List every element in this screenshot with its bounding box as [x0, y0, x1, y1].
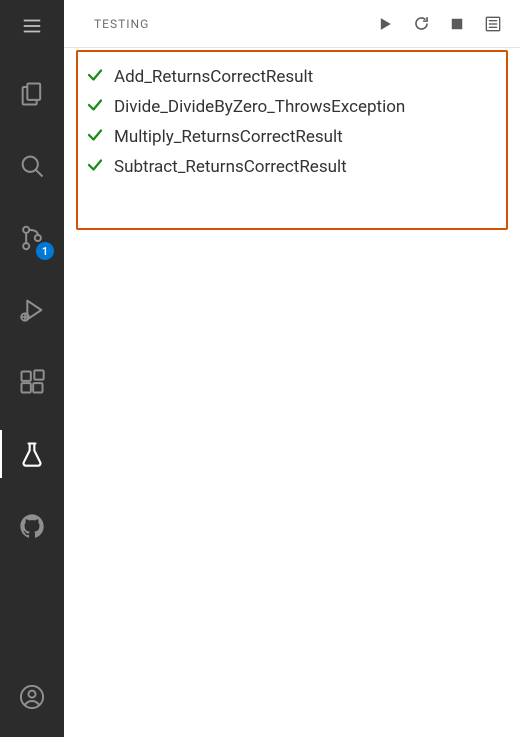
testing-panel: TESTING: [64, 0, 520, 737]
test-item[interactable]: Divide_DivideByZero_ThrowsException: [86, 92, 498, 122]
menu-button[interactable]: [8, 8, 56, 44]
stop-tests-button[interactable]: [444, 11, 470, 37]
files-icon: [18, 80, 46, 108]
source-control-tab[interactable]: 1: [0, 206, 64, 270]
tests-highlight-box: Add_ReturnsCorrectResult Divide_DivideBy…: [76, 50, 508, 230]
account-icon: [18, 683, 46, 711]
test-item[interactable]: Multiply_ReturnsCorrectResult: [86, 122, 498, 152]
refresh-tests-button[interactable]: [408, 11, 434, 37]
pass-icon: [86, 66, 104, 88]
extensions-icon: [18, 368, 46, 396]
pass-icon: [86, 156, 104, 178]
github-icon: [18, 512, 46, 540]
play-icon: [375, 14, 395, 34]
test-item[interactable]: Add_ReturnsCorrectResult: [86, 62, 498, 92]
pass-icon: [86, 96, 104, 118]
github-tab[interactable]: [0, 494, 64, 558]
search-icon: [18, 152, 46, 180]
test-name: Divide_DivideByZero_ThrowsException: [114, 97, 405, 117]
extensions-tab[interactable]: [0, 350, 64, 414]
debug-icon: [18, 296, 46, 324]
run-tests-button[interactable]: [372, 11, 398, 37]
output-icon: [483, 14, 503, 34]
refresh-icon: [412, 14, 431, 33]
test-name: Multiply_ReturnsCorrectResult: [114, 127, 343, 147]
panel-title: TESTING: [94, 17, 149, 31]
test-name: Subtract_ReturnsCorrectResult: [114, 157, 347, 177]
accounts-button[interactable]: [0, 665, 64, 729]
beaker-icon: [18, 440, 46, 468]
show-output-button[interactable]: [480, 11, 506, 37]
source-control-badge: 1: [36, 242, 54, 260]
run-debug-tab[interactable]: [0, 278, 64, 342]
test-item[interactable]: Subtract_ReturnsCorrectResult: [86, 152, 498, 182]
pass-icon: [86, 126, 104, 148]
stop-icon: [448, 15, 466, 33]
panel-actions: [372, 11, 506, 37]
activity-bar: 1: [0, 0, 64, 737]
test-name: Add_ReturnsCorrectResult: [114, 67, 313, 87]
panel-header: TESTING: [64, 0, 520, 48]
panel-body: Add_ReturnsCorrectResult Divide_DivideBy…: [64, 48, 520, 737]
search-tab[interactable]: [0, 134, 64, 198]
hamburger-icon: [21, 15, 43, 37]
explorer-tab[interactable]: [0, 62, 64, 126]
testing-tab[interactable]: [0, 422, 64, 486]
